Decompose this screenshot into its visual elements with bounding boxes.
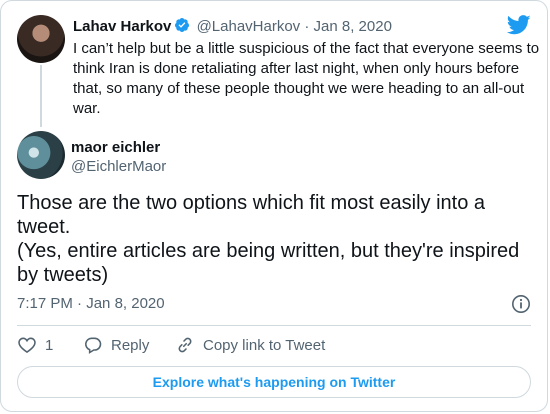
copy-link-button[interactable]: Copy link to Tweet [175,335,325,355]
tweet-time[interactable]: 7:17 PM [17,295,73,312]
like-count: 1 [45,336,54,354]
author-name[interactable]: maor eichler [71,138,166,157]
tweet-text-line-2: (Yes, entire articles are being written,… [17,240,520,286]
quoted-author-handle[interactable]: @LahavHarkov [197,18,301,35]
quoted-tweet-date[interactable]: Jan 8, 2020 [314,18,392,35]
tweet-text: Those are the two options which fit most… [17,191,532,287]
tweet-embed-card: Lahav Harkov @LahavHarkov · Jan 8, 2020 … [0,0,548,412]
timestamp-separator: · [77,295,83,312]
thread-connector-line-vertical [40,67,42,125]
reply-button[interactable]: Reply [83,335,149,355]
copy-link-label: Copy link to Tweet [203,336,326,354]
avatar-lahav-harkov[interactable] [17,15,65,63]
actions-divider [17,325,531,326]
reply-bubble-icon [85,337,102,354]
quoted-author-name[interactable]: Lahav Harkov [73,18,171,35]
tweet-author: maor eichler @EichlerMaor [71,138,166,176]
verified-badge-icon [174,17,190,38]
info-icon[interactable] [511,294,531,319]
reply-label: Reply [111,336,150,354]
like-button[interactable]: 1 [17,335,53,355]
tweet-text-line-1: Those are the two options which fit most… [17,192,486,238]
link-icon [178,337,192,353]
tweet-date[interactable]: Jan 8, 2020 [86,295,164,312]
quoted-tweet-text: I can’t help but be a little suspicious … [73,40,540,117]
twitter-bird-icon[interactable] [506,15,531,40]
heart-icon [18,337,36,354]
tweet-timestamp[interactable]: 7:17 PM · Jan 8, 2020 [17,295,165,312]
author-handle[interactable]: @EichlerMaor [71,157,166,176]
avatar-maor-eichler[interactable] [17,131,65,179]
explore-twitter-button[interactable]: Explore what's happening on Twitter [17,366,531,398]
quoted-tweet-header: Lahav Harkov @LahavHarkov · Jan 8, 2020 [73,17,392,38]
header-separator: · [304,18,310,35]
